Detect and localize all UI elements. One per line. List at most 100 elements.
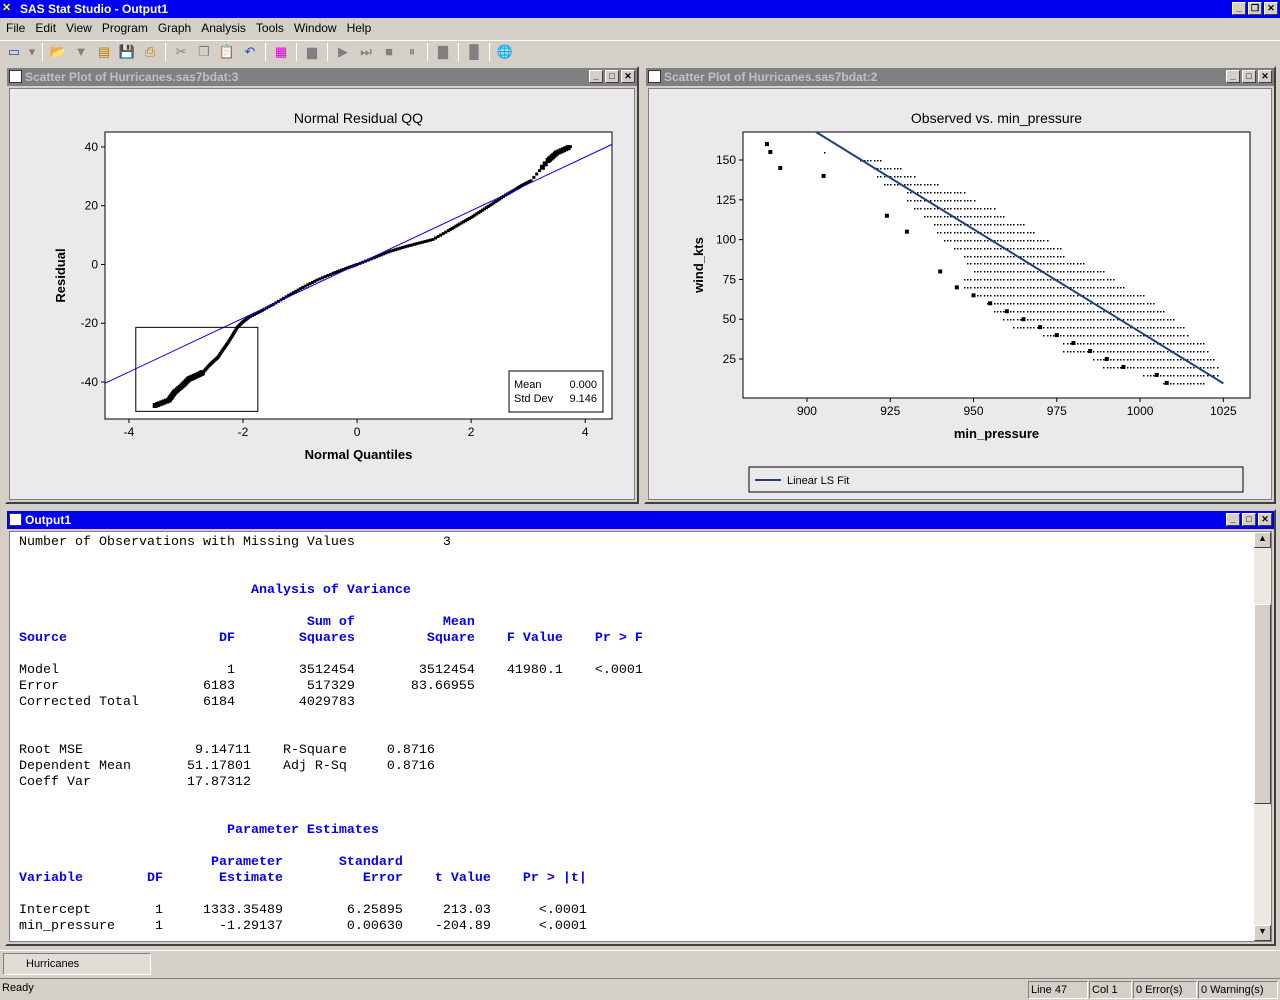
save-icon[interactable]: 💾 <box>117 42 137 62</box>
stat-value: 0.000 <box>569 379 597 391</box>
data-point <box>950 208 952 210</box>
data-point <box>1183 375 1185 377</box>
tab-hurricanes[interactable]: Hurricanes <box>3 953 151 975</box>
menu-tools[interactable]: Tools <box>252 18 290 38</box>
output-line: Number of Observations with Missing Valu… <box>19 535 451 550</box>
data-point <box>1177 383 1179 385</box>
run-icon[interactable]: ▶ <box>333 42 353 62</box>
cabinet-icon[interactable]: ▤ <box>94 42 114 62</box>
data-point <box>1103 327 1105 329</box>
output-window-title-bar[interactable]: Output1 _ □ ✕ <box>7 511 1274 529</box>
data-point <box>1130 367 1132 369</box>
data-point <box>323 275 327 279</box>
data-point <box>977 208 979 210</box>
qq-plot[interactable]: Normal Residual QQ Normal Quantiles Residu… <box>10 89 638 503</box>
data-point <box>994 248 996 250</box>
print-icon[interactable]: ⎙ <box>140 42 160 62</box>
menu-help[interactable]: Help <box>343 18 378 38</box>
block2-icon[interactable]: █ <box>464 42 484 62</box>
data-point <box>1013 303 1015 305</box>
output-text[interactable]: Number of Observations with Missing Valu… <box>19 535 643 935</box>
data-point <box>1133 311 1135 313</box>
data-point <box>1003 303 1005 305</box>
data-point <box>1063 311 1065 313</box>
data-point <box>1150 343 1152 345</box>
maximize-button[interactable]: □ <box>1242 513 1256 526</box>
data-point <box>910 176 912 178</box>
page-icon[interactable]: ▆ <box>302 42 322 62</box>
restore-button[interactable]: ❐ <box>1248 2 1262 15</box>
vertical-scrollbar[interactable]: ▲ ▼ <box>1254 532 1271 941</box>
dropdown-icon[interactable]: ▾ <box>27 42 37 62</box>
data-point <box>1177 327 1179 329</box>
data-point <box>1030 319 1032 321</box>
data-point <box>990 224 992 226</box>
block-icon[interactable]: ▇ <box>433 42 453 62</box>
scroll-thumb[interactable] <box>1254 604 1271 804</box>
filter-icon[interactable]: ▼ <box>71 42 91 62</box>
grid-icon[interactable]: ▦ <box>271 42 291 62</box>
close-button[interactable]: ✕ <box>1258 70 1272 83</box>
scroll-up-button[interactable]: ▲ <box>1254 532 1271 548</box>
data-point <box>1173 327 1175 329</box>
data-point <box>1187 383 1189 385</box>
minimize-button[interactable]: _ <box>1226 70 1240 83</box>
x-tick-label: 900 <box>797 404 817 418</box>
data-point <box>990 248 992 250</box>
data-point <box>1071 341 1076 346</box>
scatter-window-title-bar[interactable]: Scatter Plot of Hurricanes.sas7bdat:2 _ □… <box>646 68 1274 86</box>
menu-analysis[interactable]: Analysis <box>197 18 252 38</box>
menu-edit[interactable]: Edit <box>31 18 62 38</box>
data-point <box>1047 263 1049 265</box>
data-point <box>917 200 919 202</box>
data-point <box>1160 367 1162 369</box>
close-button[interactable]: ✕ <box>621 70 635 83</box>
new-icon[interactable]: ▭ <box>4 42 24 62</box>
paste-icon[interactable]: 📋 <box>217 42 237 62</box>
data-point <box>994 311 996 313</box>
data-point <box>1010 319 1012 321</box>
stop-icon[interactable]: ■ <box>379 42 399 62</box>
data-point <box>1203 383 1205 385</box>
data-point <box>1117 359 1119 361</box>
data-point <box>967 232 969 234</box>
minimize-button[interactable]: _ <box>589 70 603 83</box>
data-point <box>1190 359 1192 361</box>
pause-icon[interactable]: ⏸ <box>402 42 422 62</box>
web-icon[interactable]: 🌐 <box>495 42 515 62</box>
scroll-down-button[interactable]: ▼ <box>1254 925 1271 941</box>
maximize-button[interactable]: □ <box>605 70 619 83</box>
data-point <box>977 248 979 250</box>
plot-area <box>742 131 1251 399</box>
menu-view[interactable]: View <box>62 18 98 38</box>
close-button[interactable]: ✕ <box>1258 513 1272 526</box>
data-point <box>1023 240 1025 242</box>
data-point <box>1023 256 1025 258</box>
scatter-plot[interactable]: Observed vs. min_pressure min_pressure win… <box>649 89 1275 503</box>
cut-icon[interactable]: ✂ <box>171 42 191 62</box>
minimize-button[interactable]: _ <box>1226 513 1240 526</box>
data-point <box>1117 351 1119 353</box>
menu-graph[interactable]: Graph <box>154 18 197 38</box>
menu-window[interactable]: Window <box>290 18 343 38</box>
open-icon[interactable]: 📂 <box>48 42 68 62</box>
close-button[interactable]: ✕ <box>1264 2 1278 15</box>
data-point <box>1003 271 1005 273</box>
copy-icon[interactable]: ❐ <box>194 42 214 62</box>
data-point <box>1073 279 1075 281</box>
data-point <box>1123 303 1125 305</box>
data-point <box>1097 335 1099 337</box>
undo-icon[interactable]: ↶ <box>240 42 260 62</box>
data-point <box>884 213 889 218</box>
data-point <box>1163 383 1165 385</box>
data-point <box>1073 319 1075 321</box>
menu-program[interactable]: Program <box>98 18 154 38</box>
data-point <box>1120 295 1122 297</box>
data-point <box>1010 240 1012 242</box>
minimize-button[interactable]: _ <box>1232 2 1246 15</box>
qq-window-title-bar[interactable]: Scatter Plot of Hurricanes.sas7bdat:3 _ □… <box>7 68 637 86</box>
maximize-button[interactable]: □ <box>1242 70 1256 83</box>
data-point <box>1150 327 1152 329</box>
menu-file[interactable]: File <box>2 18 31 38</box>
step-icon[interactable]: ⏭ <box>356 42 376 62</box>
